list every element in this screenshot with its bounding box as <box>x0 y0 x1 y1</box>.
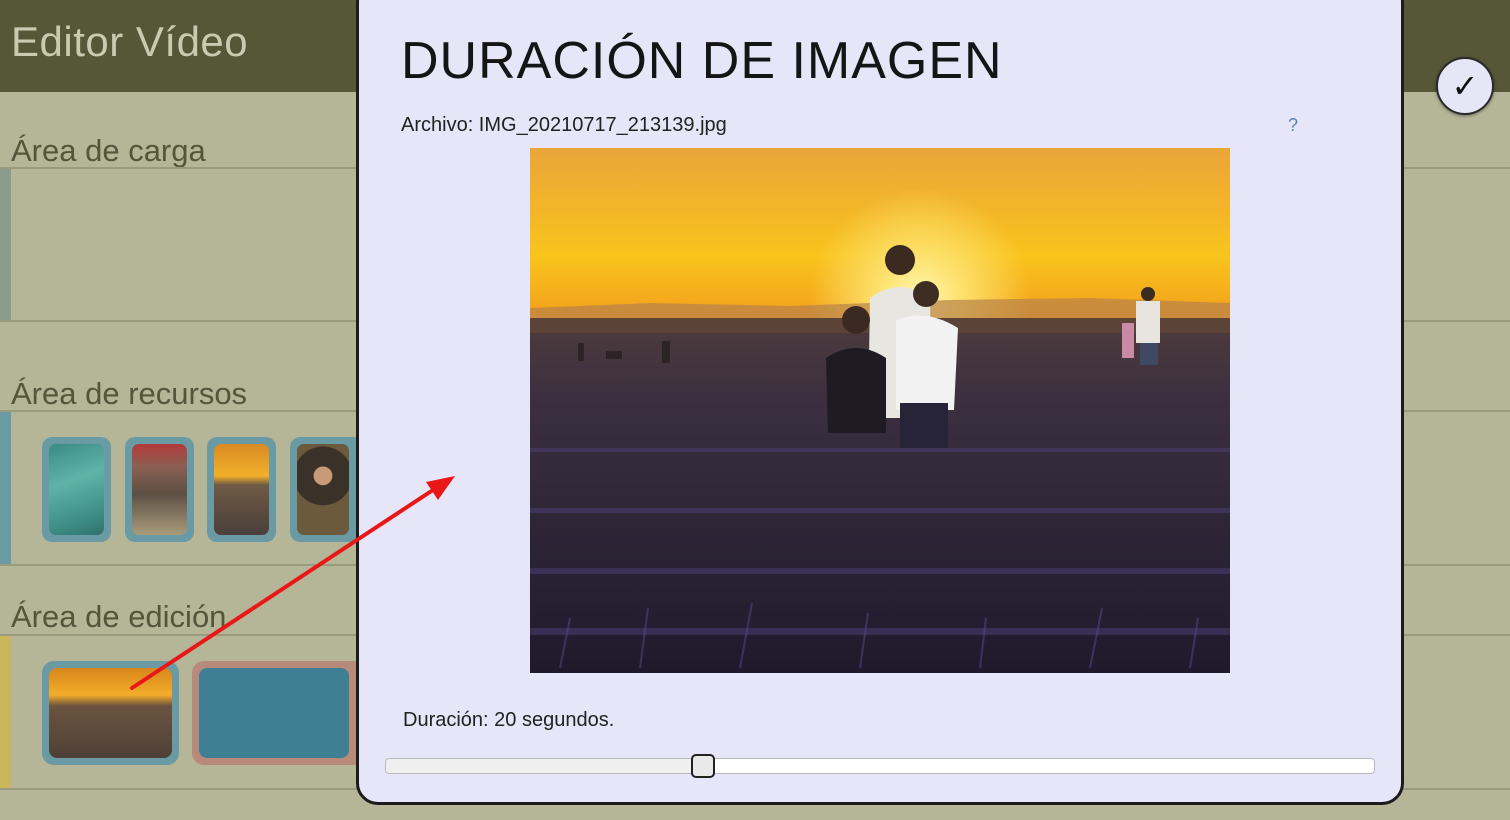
duration-label: Duración: 20 segundos. <box>403 709 615 731</box>
clip-image <box>199 668 349 758</box>
resources-area-marker <box>0 412 11 564</box>
upload-area-title: Área de carga <box>11 133 206 168</box>
upload-area-marker <box>0 169 11 321</box>
app-title: Editor Vídeo <box>11 18 249 65</box>
editing-area-marker <box>0 636 11 788</box>
timeline-image-clip[interactable] <box>42 661 179 765</box>
resource-thumbnail[interactable] <box>207 437 276 542</box>
thumbnail-image <box>214 444 269 535</box>
thumbnail-image <box>49 444 104 535</box>
confirm-button[interactable]: ✓ <box>1436 57 1494 115</box>
dialog-title: DURACIÓN DE IMAGEN <box>401 32 1003 90</box>
image-duration-dialog: DURACIÓN DE IMAGEN Archivo: IMG_20210717… <box>356 0 1404 805</box>
image-preview <box>530 148 1230 673</box>
thumbnail-image <box>297 444 349 535</box>
resource-thumbnail[interactable] <box>42 437 111 542</box>
resource-thumbnail[interactable] <box>125 437 194 542</box>
duration-slider-thumb[interactable] <box>691 754 715 778</box>
help-link[interactable]: ? <box>1288 115 1298 136</box>
editing-area-title: Área de edición <box>11 599 227 634</box>
clip-image <box>49 668 172 758</box>
check-icon: ✓ <box>1451 68 1479 104</box>
file-name-label: Archivo: IMG_20210717_213139.jpg <box>401 114 727 136</box>
resources-area-title: Área de recursos <box>11 376 248 411</box>
duration-slider-track[interactable] <box>385 758 1375 774</box>
resource-thumbnail[interactable] <box>290 437 356 542</box>
timeline-video-clip[interactable] <box>192 661 356 765</box>
thumbnail-image <box>132 444 187 535</box>
preview-photo <box>530 148 1230 673</box>
